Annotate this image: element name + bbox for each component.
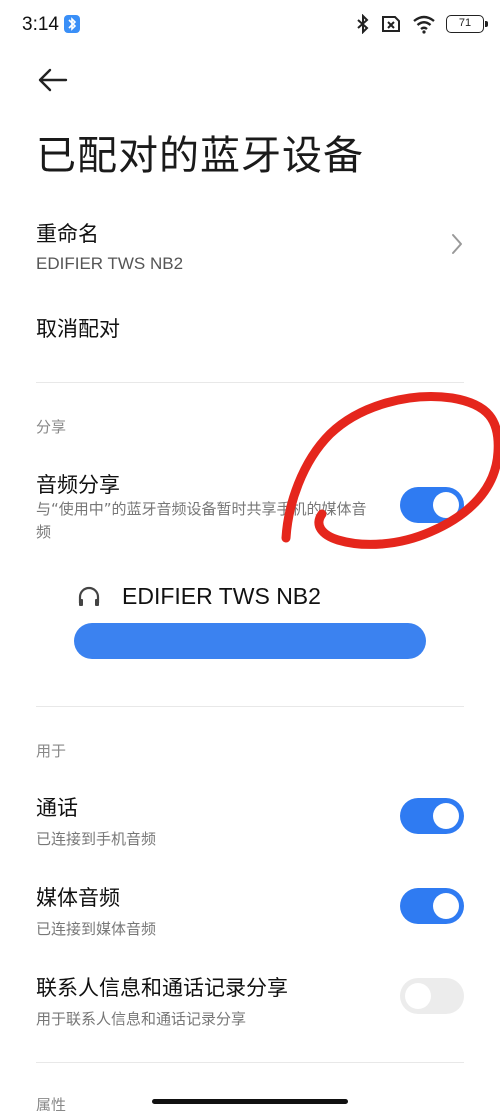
calls-subtitle: 已连接到手机音频 — [36, 830, 157, 848]
contact-sharing-subtitle: 用于联系人信息和通话记录分享 — [36, 1010, 247, 1028]
toggle-knob — [405, 983, 431, 1009]
audio-share-title: 音频分享 — [36, 473, 120, 497]
unpair-button[interactable]: 取消配对 — [36, 313, 120, 343]
no-sim-icon — [382, 16, 400, 32]
page-title: 已配对的蓝牙设备 — [36, 133, 364, 179]
contact-sharing-toggle[interactable] — [400, 978, 464, 1014]
audio-share-toggle[interactable] — [400, 487, 464, 523]
list-item-media-audio[interactable]: 媒体音频 已连接到媒体音频 — [36, 882, 376, 939]
rename-row[interactable]: 重命名 EDIFIER TWS NB2 — [36, 218, 464, 278]
back-arrow-icon[interactable] — [36, 64, 68, 96]
calls-toggle[interactable] — [400, 798, 464, 834]
volume-bar[interactable] — [74, 623, 426, 659]
list-item-calls[interactable]: 通话 已连接到手机音频 — [36, 792, 376, 849]
rename-title: 重命名 — [36, 222, 99, 246]
list-item-contact-sharing[interactable]: 联系人信息和通话记录分享 用于联系人信息和通话记录分享 — [36, 972, 386, 1029]
rename-device-name: EDIFIER TWS NB2 — [36, 254, 184, 273]
toggle-knob — [433, 492, 459, 518]
section-label-share: 分享 — [36, 418, 67, 436]
section-label-use: 用于 — [36, 742, 67, 760]
battery-icon: 71 — [446, 15, 488, 33]
home-indicator[interactable] — [152, 1099, 348, 1104]
toggle-knob — [433, 893, 459, 919]
media-audio-subtitle: 已连接到媒体音频 — [36, 920, 157, 938]
calls-title: 通话 — [36, 796, 78, 820]
audio-share-description: 与“使用中”的蓝牙音频设备暂时共享手机的媒体音频 — [36, 500, 367, 541]
contact-sharing-title: 联系人信息和通话记录分享 — [36, 976, 288, 1000]
divider — [36, 382, 464, 383]
divider — [36, 1062, 464, 1063]
section-label-properties: 属性 — [36, 1096, 67, 1111]
shared-device-name: EDIFIER TWS NB2 — [122, 583, 321, 609]
headphones-icon — [78, 586, 100, 606]
bluetooth-notification-icon — [64, 15, 80, 33]
divider — [36, 706, 464, 707]
toggle-knob — [433, 803, 459, 829]
bluetooth-icon — [357, 14, 369, 34]
media-audio-toggle[interactable] — [400, 888, 464, 924]
wifi-icon — [413, 15, 435, 34]
status-time: 3:14 — [22, 14, 59, 35]
chevron-right-icon — [452, 234, 462, 254]
media-audio-title: 媒体音频 — [36, 886, 120, 910]
status-icons: 71 — [356, 14, 488, 34]
